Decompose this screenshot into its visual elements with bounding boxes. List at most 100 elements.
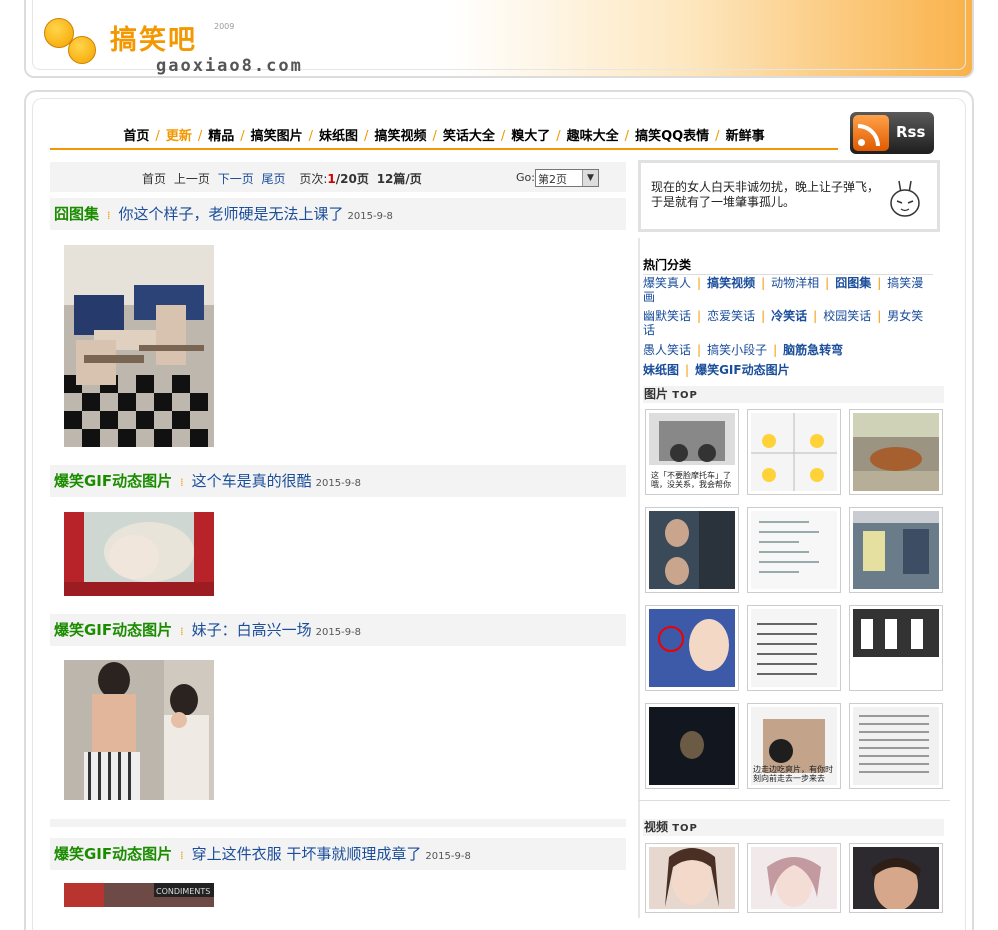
hot-separator: |	[813, 309, 818, 323]
nav-item-1[interactable]: 更新	[166, 129, 192, 144]
last-page-link[interactable]: 尾页	[262, 172, 286, 186]
nav-item-10[interactable]: 新鲜事	[726, 129, 765, 144]
post-category[interactable]: 囧图集	[54, 205, 99, 223]
main-nav: 首页 / 更新 / 精品 / 搞笑图片 / 妹纸图 / 搞笑视频 / 笑话大全 / 糗大了 / 趣味大全 / 搞笑Q…	[50, 124, 838, 150]
current-page: 1	[327, 172, 336, 186]
hot-category-link[interactable]: 脑筋急转弯	[783, 343, 843, 357]
post-image[interactable]	[64, 512, 214, 596]
nav-item-3[interactable]: 搞笑图片	[251, 129, 303, 144]
pages-label: 页次:	[299, 172, 328, 186]
pic-thumb-5[interactable]	[849, 507, 943, 593]
rss-icon	[853, 115, 889, 151]
nav-item-6[interactable]: 笑话大全	[443, 129, 495, 144]
pic-thumb-10[interactable]: 边走边吃爽片，有你时刻向前走去一步来去	[747, 703, 841, 789]
video-thumb[interactable]	[645, 843, 739, 913]
pic-thumb-0[interactable]: 这「不要脸摩托车」了 哦，没关系，我会帮你脸哈	[645, 409, 739, 495]
hot-category-link[interactable]: 爆笑GIF动态图片	[695, 363, 790, 377]
post-image[interactable]: CONDIMENTS	[64, 883, 214, 907]
svg-text:CONDIMENTS: CONDIMENTS	[156, 887, 210, 896]
separator-icon: ⁞	[180, 849, 184, 862]
hot-row: 爆笑真人 | 搞笑视频 | 动物洋相 | 囧图集 | 搞笑漫画	[643, 276, 933, 304]
nav-separator: /	[240, 129, 245, 144]
post-category[interactable]: 爆笑GIF动态图片	[54, 845, 172, 863]
nav-item-9[interactable]: 搞笑QQ表情	[635, 129, 709, 144]
go-label: Go:	[516, 171, 535, 184]
pic-thumb-6[interactable]	[645, 605, 739, 691]
separator-icon: ⁞	[107, 209, 111, 222]
pic-thumb-1[interactable]	[747, 409, 841, 495]
nav-item-5[interactable]: 搞笑视频	[374, 129, 426, 144]
pagination-bar: 首页 上一页 下一页 尾页 页次:1/20页 12篇/页 Go: 第2页 ▼	[50, 162, 626, 192]
post-category[interactable]: 爆笑GIF动态图片	[54, 472, 172, 490]
hot-category-link[interactable]: 校园笑话	[823, 309, 871, 323]
post-title[interactable]: 穿上这件衣服 干坏事就顺理成章了	[192, 845, 422, 863]
video-top-title: 视频 TOP	[643, 819, 944, 836]
nav-item-0[interactable]: 首页	[123, 129, 149, 144]
post-title[interactable]: 妹子：白高兴一场	[192, 621, 312, 639]
hot-category-link[interactable]: 搞笑视频	[707, 276, 755, 290]
hot-category-link[interactable]: 搞笑小段子	[707, 343, 767, 357]
pic-thumb-3[interactable]	[645, 507, 739, 593]
hot-category-link[interactable]: 愚人笑话	[643, 343, 691, 357]
hot-category-link[interactable]: 囧图集	[835, 276, 871, 290]
rss-label: Rss	[896, 123, 926, 141]
pic-caption: 边走边吃爽片，有你时刻向前走去一步来去	[753, 765, 833, 783]
pic-thumb-7[interactable]	[747, 605, 841, 691]
nav-item-8[interactable]: 趣味大全	[567, 129, 619, 144]
per-page: 12篇/页	[376, 172, 422, 186]
hot-separator: |	[877, 276, 882, 290]
hot-category-link[interactable]: 恋爱笑话	[707, 309, 755, 323]
nav-separator: /	[556, 129, 561, 144]
hot-category-link[interactable]: 动物洋相	[771, 276, 819, 290]
separator-icon: ⁞	[180, 476, 184, 489]
post-image[interactable]	[64, 245, 214, 447]
pic-thumb-11[interactable]	[849, 703, 943, 789]
pic-thumb-2[interactable]	[849, 409, 943, 495]
post-date: 2015-9-8	[425, 851, 471, 862]
hot-row: 妹纸图 | 爆笑GIF动态图片	[643, 363, 933, 377]
hot-category-link[interactable]: 幽默笑话	[643, 309, 691, 323]
video-thumb[interactable]	[747, 843, 841, 913]
rabbit-icon	[890, 180, 920, 217]
hot-separator: |	[697, 309, 702, 323]
hot-category-link[interactable]: 妹纸图	[643, 363, 679, 377]
post-image[interactable]	[64, 660, 214, 800]
post-title[interactable]: 你这个样子，老师硬是无法上课了	[119, 205, 344, 223]
first-page-link[interactable]: 首页	[142, 172, 166, 186]
post-title-row: 爆笑GIF动态图片 ⁞ 妹子：白高兴一场 2015-9-8	[50, 614, 626, 646]
nav-separator: /	[308, 129, 314, 144]
nav-item-2[interactable]: 精品	[208, 129, 234, 144]
nav-separator: /	[500, 129, 506, 144]
hot-category-link[interactable]: 冷笑话	[771, 309, 807, 323]
post-category[interactable]: 爆笑GIF动态图片	[54, 621, 172, 639]
logo-domain: gaoxiao8.com	[156, 56, 303, 76]
logo-year: 2009	[214, 22, 235, 31]
section-divider	[638, 800, 950, 801]
nav-item-4[interactable]: 妹纸图	[319, 129, 358, 144]
pic-thumb-4[interactable]	[747, 507, 841, 593]
post-title[interactable]: 这个车是真的很酷	[192, 472, 312, 490]
post-date: 2015-9-8	[315, 478, 362, 489]
video-thumb[interactable]	[849, 843, 943, 913]
nav-item-7[interactable]: 糗大了	[511, 129, 550, 144]
page-select[interactable]: 第2页 ▼	[534, 169, 599, 187]
hot-separator: |	[761, 276, 766, 290]
nav-separator: /	[155, 129, 160, 144]
hot-separator: |	[877, 309, 882, 323]
rss-button[interactable]: Rss	[850, 112, 934, 154]
quote-text: 现在的女人白天非诚勿扰，晚上让子弹飞，于是就有了一堆肇事孤儿。	[651, 180, 880, 209]
pics-top-title: 图片 TOP	[643, 386, 944, 403]
hot-category-link[interactable]: 爆笑真人	[643, 276, 691, 290]
pic-thumb-9[interactable]	[645, 703, 739, 789]
site-logo[interactable]: 搞笑吧 2009 gaoxiao8.com	[40, 10, 340, 76]
hot-separator: |	[685, 363, 690, 377]
quote-box: 现在的女人白天非诚勿扰，晚上让子弹飞，于是就有了一堆肇事孤儿。	[638, 160, 940, 232]
nav-separator: /	[364, 129, 369, 144]
post-date: 2015-9-8	[315, 627, 362, 638]
next-page-link[interactable]: 下一页	[218, 172, 254, 186]
pic-thumb-8[interactable]	[849, 605, 943, 691]
pic-caption: 这「不要脸摩托车」了 哦，没关系，我会帮你脸哈	[651, 471, 731, 489]
post-title-row: 爆笑GIF动态图片 ⁞ 这个车是真的很酷 2015-9-8	[50, 465, 626, 497]
smiley-icon	[68, 36, 96, 64]
prev-page-link[interactable]: 上一页	[174, 172, 210, 186]
